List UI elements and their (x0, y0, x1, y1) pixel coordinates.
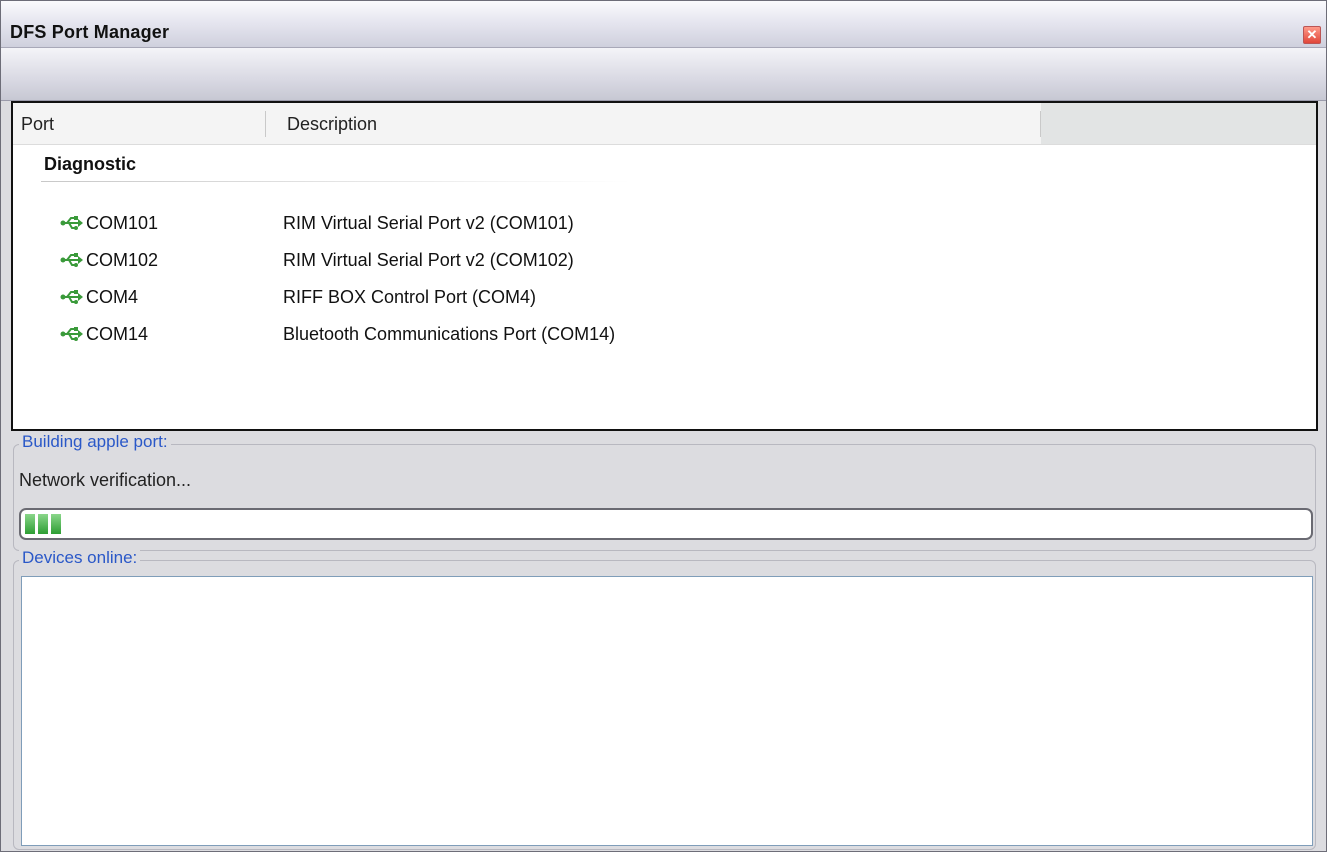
usb-icon (60, 253, 83, 267)
usb-icon (60, 327, 83, 341)
column-header-port[interactable]: Port (21, 114, 54, 135)
usb-icon (60, 216, 83, 230)
status-text: Network verification... (19, 470, 192, 490)
port-name: COM102 (86, 250, 159, 270)
port-description: RIM Virtual Serial Port v2 (COM101) (283, 213, 574, 233)
devices-online-list[interactable] (21, 576, 1313, 846)
toolbar (1, 48, 1326, 101)
list-item[interactable]: COM4 RIFF BOX Control Port (COM4) (13, 281, 1316, 315)
build-port-legend: Building apple port: (19, 432, 171, 452)
title-bar: DFS Port Manager ✕ (1, 1, 1326, 48)
column-header-filler (1041, 103, 1316, 144)
progress-bar (19, 508, 1313, 540)
port-name: COM4 (86, 287, 139, 307)
group-divider (41, 181, 631, 182)
port-list[interactable]: Port Description Diagnostic COM101 RIM V… (11, 101, 1318, 431)
list-header: Port Description (13, 103, 1316, 145)
port-name: COM101 (86, 213, 159, 233)
progress-block (51, 514, 61, 534)
port-description: RIM Virtual Serial Port v2 (COM102) (283, 250, 574, 270)
port-description: RIFF BOX Control Port (COM4) (283, 287, 537, 307)
close-icon: ✕ (1306, 27, 1318, 42)
column-separator[interactable] (265, 111, 266, 137)
progress-block (25, 514, 35, 534)
group-header-diagnostic: Diagnostic (44, 154, 137, 174)
list-item[interactable]: COM101 RIM Virtual Serial Port v2 (COM10… (13, 207, 1316, 241)
window-title: DFS Port Manager (10, 22, 170, 42)
dfs-port-manager-window: DFS Port Manager ✕ Port Description Diag… (0, 0, 1327, 852)
progress-fill (25, 514, 61, 534)
list-item[interactable]: COM102 RIM Virtual Serial Port v2 (COM10… (13, 244, 1316, 278)
port-name: COM14 (86, 324, 149, 344)
devices-online-legend: Devices online: (19, 548, 141, 568)
port-description: Bluetooth Communications Port (COM14) (283, 324, 616, 344)
close-button[interactable]: ✕ (1303, 26, 1321, 44)
list-item[interactable]: COM14 Bluetooth Communications Port (COM… (13, 318, 1316, 352)
column-header-description[interactable]: Description (287, 114, 377, 135)
usb-icon (60, 290, 83, 304)
progress-block (38, 514, 48, 534)
